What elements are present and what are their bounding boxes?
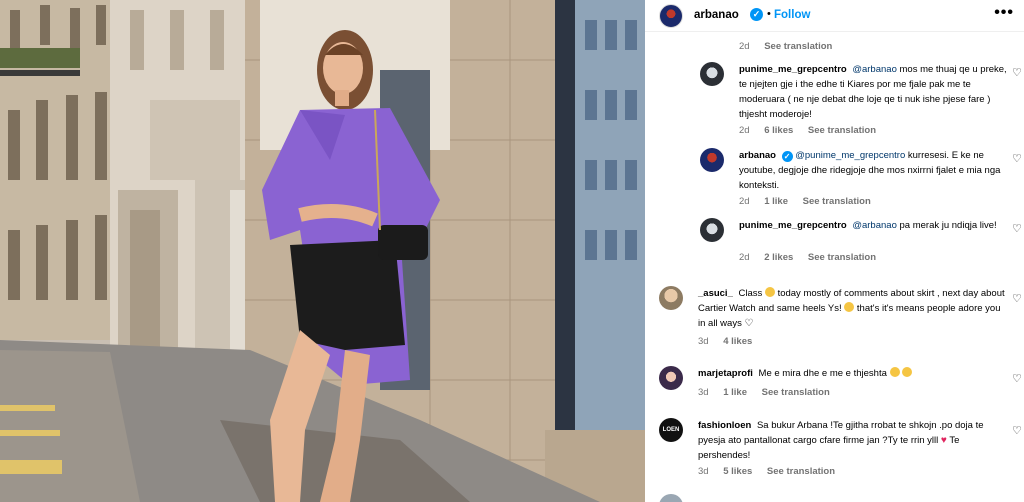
comment-item: _asuci_ Class today mostly of comments a… bbox=[659, 286, 1024, 348]
likes-count[interactable]: 5 likes bbox=[723, 466, 752, 477]
comment-text: _asuci_ Class today mostly of comments a… bbox=[698, 286, 1008, 331]
heart-outline-icon[interactable]: ♡ bbox=[1012, 152, 1022, 165]
reply-item: arbanao ✓ @punime_me_grepcentro kurreses… bbox=[700, 146, 1024, 208]
comment-time: 3d bbox=[698, 336, 709, 347]
comment-item: marjetaprofi Me e mira dhe e me e thjesh… bbox=[659, 366, 1024, 402]
separator-dot: • bbox=[767, 8, 771, 20]
commenter-avatar[interactable]: LOEN bbox=[659, 418, 683, 442]
commenter-username[interactable]: marjetaprofi bbox=[698, 368, 753, 379]
winking-emoji-icon bbox=[844, 302, 855, 312]
next-comment-avatar[interactable] bbox=[659, 494, 683, 502]
post-photo bbox=[0, 0, 645, 502]
see-translation-link[interactable]: See translation bbox=[764, 41, 832, 52]
comment-time: 3d bbox=[698, 387, 709, 398]
heart-outline-icon[interactable]: ♡ bbox=[1012, 292, 1022, 305]
heart-outline-icon[interactable]: ♡ bbox=[1012, 66, 1022, 79]
mention-link[interactable]: @arbanao bbox=[852, 220, 897, 231]
author-avatar[interactable] bbox=[659, 4, 683, 28]
commenter-avatar[interactable] bbox=[659, 366, 683, 390]
comment-text: fashionloen Sa bukur Arbana !Te gjitha r… bbox=[698, 418, 1008, 463]
comment-text: marjetaprofi Me e mira dhe e me e thjesh… bbox=[698, 366, 1008, 381]
commenter-username[interactable]: punime_me_grepcentro bbox=[739, 64, 847, 75]
clapping-hands-emoji-icon bbox=[902, 367, 913, 377]
likes-count[interactable]: 6 likes bbox=[764, 125, 793, 136]
comment-text: punime_me_grepcentro @arbanao mos me thu… bbox=[739, 62, 1007, 122]
previous-comment-meta: 2d See translation bbox=[739, 41, 844, 52]
see-translation-link[interactable]: See translation bbox=[803, 196, 871, 207]
post-header: arbanao ✓ • Follow ••• bbox=[645, 0, 1024, 32]
comment-time: 2d bbox=[739, 252, 750, 263]
likes-count[interactable]: 1 like bbox=[723, 387, 747, 398]
commenter-avatar[interactable] bbox=[700, 218, 724, 242]
post-image bbox=[0, 0, 645, 502]
comment-meta: 2d 2 likes See translation bbox=[739, 252, 888, 263]
comment-time: 2d bbox=[739, 125, 750, 136]
see-translation-link[interactable]: See translation bbox=[808, 252, 876, 263]
more-options-icon[interactable]: ••• bbox=[994, 4, 1014, 22]
comment-time: 2d bbox=[739, 196, 750, 207]
comment-body: Me e mira dhe e me e thjeshta bbox=[758, 368, 887, 379]
see-translation-link[interactable]: See translation bbox=[808, 125, 876, 136]
heart-outline-icon[interactable]: ♡ bbox=[1012, 372, 1022, 385]
mention-link[interactable]: @punime_me_grepcentro bbox=[795, 150, 905, 161]
comment-meta: 2d 1 like See translation bbox=[739, 196, 883, 207]
comment-time: 2d bbox=[739, 41, 750, 52]
commenter-avatar[interactable] bbox=[659, 286, 683, 310]
comment-meta: 3d 1 like See translation bbox=[698, 387, 842, 398]
comments-panel: arbanao ✓ • Follow ••• 2d See translatio… bbox=[645, 0, 1024, 502]
comment-meta: 3d 5 likes See translation bbox=[698, 466, 847, 477]
follow-button[interactable]: Follow bbox=[774, 9, 810, 21]
reply-item: punime_me_grepcentro @arbanao mos me thu… bbox=[700, 60, 1024, 140]
comment-text: arbanao ✓ @punime_me_grepcentro kurreses… bbox=[739, 148, 1007, 193]
commenter-username[interactable]: fashionloen bbox=[698, 420, 751, 431]
see-translation-link[interactable]: See translation bbox=[767, 466, 835, 477]
verified-badge-icon: ✓ bbox=[781, 151, 793, 162]
comment-body: pa merak ju ndiqja live! bbox=[899, 220, 997, 231]
heart-outline-icon[interactable]: ♡ bbox=[1012, 424, 1022, 437]
heart-outline-icon[interactable]: ♡ bbox=[1012, 222, 1022, 235]
verified-badge-icon: ✓ bbox=[750, 8, 763, 21]
reply-item: punime_me_grepcentro @arbanao pa merak j… bbox=[700, 216, 1024, 266]
see-translation-link[interactable]: See translation bbox=[762, 387, 830, 398]
heart-emoji-icon: ♡ bbox=[744, 318, 754, 329]
mention-link[interactable]: @arbanao bbox=[852, 64, 897, 75]
likes-count[interactable]: 2 likes bbox=[764, 252, 793, 263]
crown-emoji-icon bbox=[764, 287, 775, 297]
comment-item: LOEN fashionloen Sa bukur Arbana !Te gji… bbox=[659, 418, 1024, 480]
commenter-avatar[interactable] bbox=[700, 62, 724, 86]
likes-count[interactable]: 4 likes bbox=[723, 336, 752, 347]
comment-time: 3d bbox=[698, 466, 709, 477]
comment-body-a: Class bbox=[738, 288, 763, 299]
likes-count[interactable]: 1 like bbox=[764, 196, 788, 207]
clapping-hands-emoji-icon bbox=[889, 367, 900, 377]
comment-text: punime_me_grepcentro @arbanao pa merak j… bbox=[739, 218, 1007, 233]
commenter-username[interactable]: punime_me_grepcentro bbox=[739, 220, 847, 231]
commenter-username[interactable]: _asuci_ bbox=[698, 288, 733, 299]
commenter-username[interactable]: arbanao bbox=[739, 150, 776, 161]
comment-meta: 3d 4 likes bbox=[698, 336, 764, 347]
author-username[interactable]: arbanao bbox=[694, 9, 739, 21]
comment-meta: 2d 6 likes See translation bbox=[739, 125, 888, 136]
commenter-avatar[interactable] bbox=[700, 148, 724, 172]
red-heart-emoji-icon: ♥ bbox=[940, 435, 947, 446]
